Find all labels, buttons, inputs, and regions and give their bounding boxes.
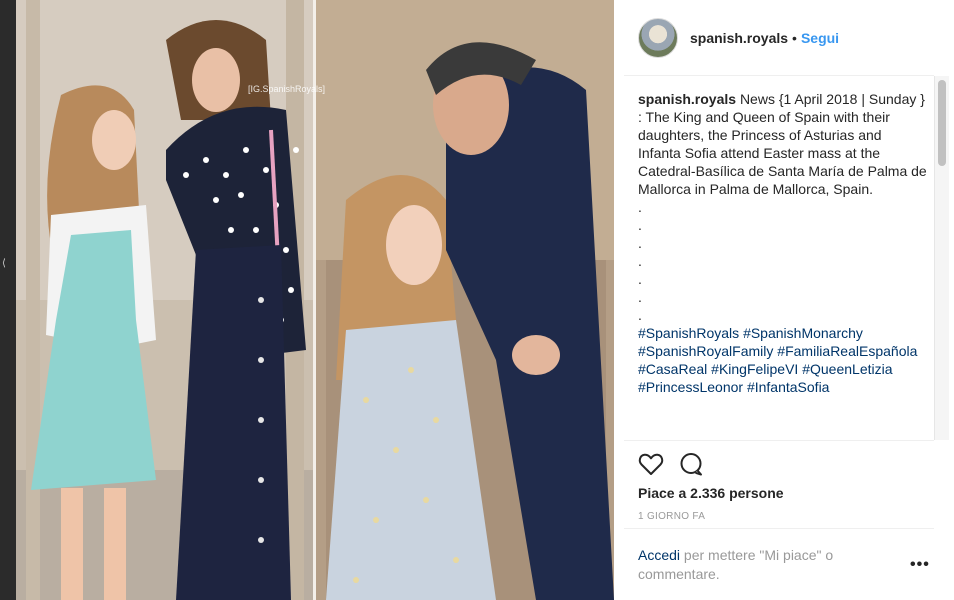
more-options-icon[interactable]: •••: [910, 556, 930, 574]
hashtags: #SpanishRoyals #SpanishMonarchy #Spanish…: [638, 324, 928, 396]
hashtag-link[interactable]: #SpanishRoyalFamily: [638, 343, 773, 359]
hashtag-link[interactable]: #CasaReal: [638, 361, 707, 377]
hashtag-link[interactable]: #InfantaSofia: [747, 379, 830, 395]
login-prompt: Accedi per mettere "Mi piace" o commenta…: [638, 546, 878, 584]
caption-dot: .: [638, 217, 642, 233]
background-overlay: ⟨: [0, 0, 16, 600]
watermark-text: [IG.SpanishRoyals]: [248, 84, 325, 94]
divider: [624, 528, 934, 529]
post-modal: [IG.SpanishRoyals] spanish.royals • Segu…: [16, 0, 954, 600]
header-separator-dot: •: [792, 30, 797, 46]
divider: [624, 75, 934, 76]
caption-dot: .: [638, 307, 642, 323]
post-header: spanish.royals • Segui: [638, 16, 934, 60]
caption-dot: .: [638, 199, 642, 215]
hashtag-link[interactable]: #PrincessLeonor: [638, 379, 743, 395]
left-arrow-icon: ⟨: [2, 258, 6, 269]
action-bar: [638, 449, 704, 479]
hashtag-link[interactable]: #SpanishRoyals: [638, 325, 739, 341]
caption-dot: .: [638, 289, 642, 305]
comment-icon[interactable]: [678, 452, 704, 476]
hashtag-link[interactable]: #SpanishMonarchy: [743, 325, 863, 341]
caption-dot: .: [638, 253, 642, 269]
caption-dot: .: [638, 235, 642, 251]
post-sidebar: spanish.royals • Segui spanish.royals Ne…: [624, 0, 954, 600]
caption-area: spanish.royals News {1 April 2018 | Sund…: [638, 90, 928, 440]
hashtag-link[interactable]: #KingFelipeVI: [711, 361, 798, 377]
comments-scrollbar[interactable]: [934, 76, 949, 440]
post-photo: [IG.SpanishRoyals]: [16, 0, 614, 600]
heart-icon[interactable]: [638, 452, 664, 476]
caption-username[interactable]: spanish.royals: [638, 91, 736, 107]
login-link[interactable]: Accedi: [638, 547, 680, 563]
header-username[interactable]: spanish.royals: [690, 30, 788, 46]
caption-dots: . . . . . . .: [638, 198, 928, 324]
hashtag-link[interactable]: #FamiliaRealEspañola: [777, 343, 917, 359]
divider: [624, 440, 934, 441]
caption: spanish.royals News {1 April 2018 | Sund…: [638, 90, 928, 198]
avatar[interactable]: [638, 18, 678, 58]
follow-button[interactable]: Segui: [801, 30, 839, 46]
caption-dot: .: [638, 271, 642, 287]
likes-count[interactable]: Piace a 2.336 persone: [638, 485, 784, 501]
post-timestamp[interactable]: 1 GIORNO FA: [638, 511, 705, 522]
hashtag-link[interactable]: #QueenLetizia: [802, 361, 892, 377]
scrollbar-thumb[interactable]: [938, 80, 946, 166]
photo-illustration: [IG.SpanishRoyals]: [16, 0, 614, 600]
